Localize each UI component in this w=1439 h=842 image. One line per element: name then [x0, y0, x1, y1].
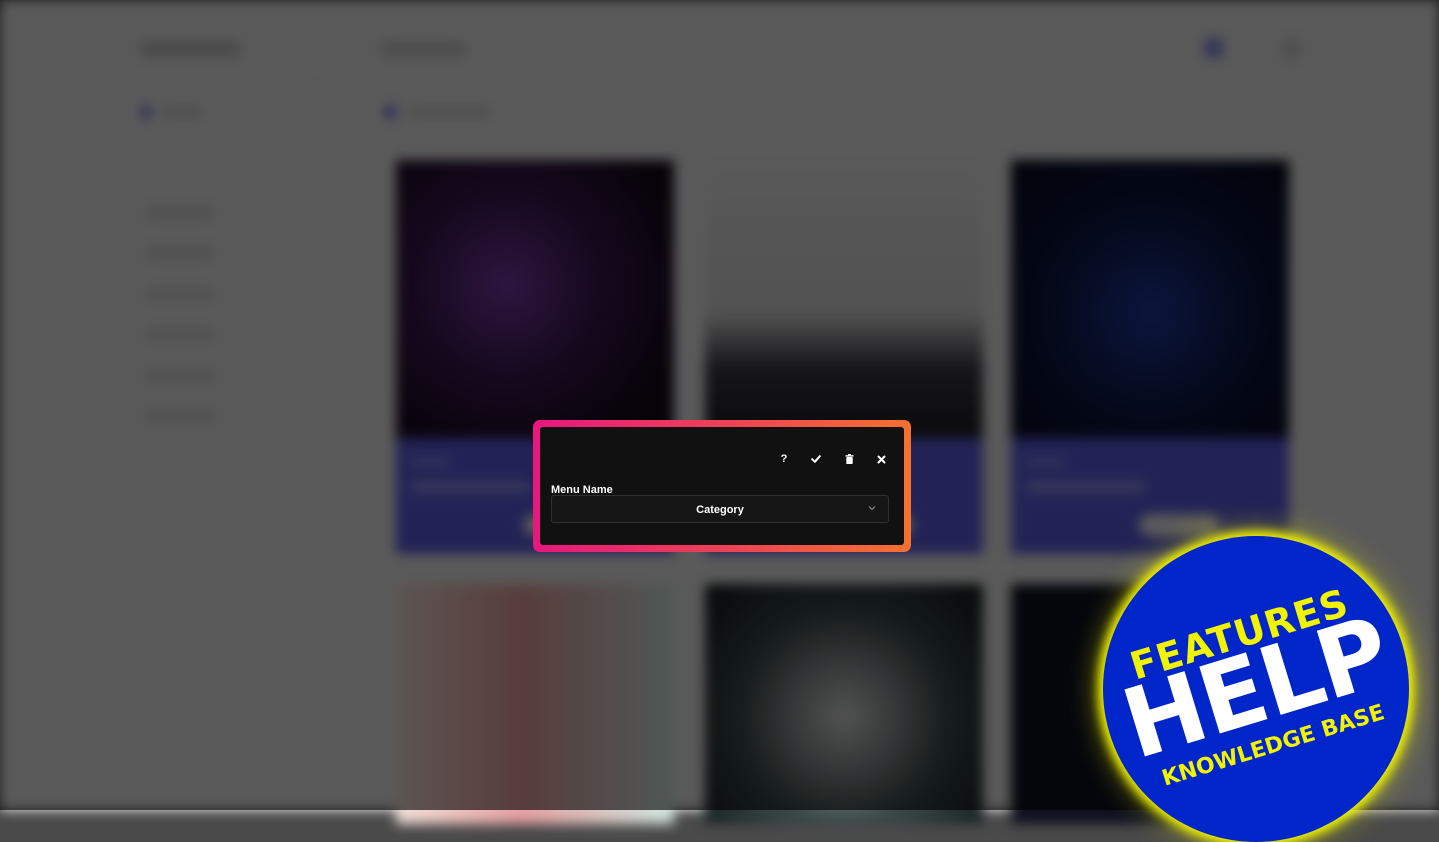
- help-button[interactable]: ?: [776, 451, 792, 467]
- trash-icon: [845, 454, 853, 464]
- badge-text-group: FEATURES HELP KNOWLEDGE BASE: [1103, 536, 1409, 842]
- close-button[interactable]: [873, 451, 889, 467]
- menu-select-value: Category: [696, 504, 744, 516]
- menu-settings-dialog: ? Menu Name Category: [540, 427, 904, 545]
- menu-name-select[interactable]: Category: [551, 495, 889, 523]
- chevron-down-icon: [868, 506, 876, 511]
- close-icon: [877, 455, 885, 463]
- check-icon: [811, 455, 821, 463]
- dialog-highlight-frame: ? Menu Name Category: [533, 420, 911, 552]
- delete-button[interactable]: [841, 451, 857, 467]
- question-mark-icon: ?: [780, 453, 788, 465]
- confirm-button[interactable]: [808, 451, 824, 467]
- features-help-badge: FEATURES HELP KNOWLEDGE BASE: [1103, 536, 1409, 842]
